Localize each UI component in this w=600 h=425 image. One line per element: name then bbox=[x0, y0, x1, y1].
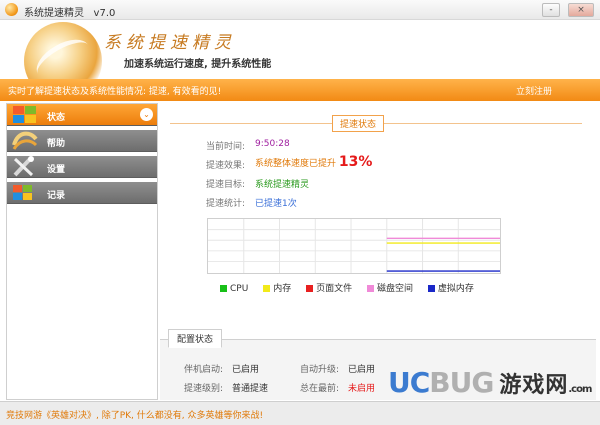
window-title-text: 系统提速精灵 bbox=[24, 8, 84, 19]
notice-text: 实时了解提速状态及系统性能情况: 提速, 有效看的见! bbox=[8, 87, 222, 97]
brand-slogan: 加速系统运行速度, 提升系统性能 bbox=[124, 59, 272, 70]
legend-swatch bbox=[220, 285, 227, 292]
footer-bar: 竞技网游《英雄对决》, 除了PK, 什么都没有, 众多英雄等你来战! bbox=[0, 401, 600, 425]
sidebar-item-settings[interactable]: 设置 bbox=[7, 156, 157, 178]
status-panel: 提速状态 当前时间: 9:50:28 提速效果: 系统整体速度已提升 13% 提… bbox=[160, 103, 596, 400]
legend-swatch bbox=[306, 285, 314, 292]
speed-level-label: 提速级别: bbox=[184, 384, 224, 394]
sidebar-item-label: 状态 bbox=[47, 113, 66, 123]
legend-swatch bbox=[263, 285, 271, 292]
tab-config-status[interactable]: 配置状态 bbox=[168, 329, 223, 348]
effect-value: 系统整体速度已提升 13% bbox=[255, 154, 372, 170]
graph-legend: CPU 内存 页面文件 磁盘空间 虚拟内存 bbox=[220, 281, 486, 294]
sidebar-item-record[interactable]: 记录 bbox=[7, 182, 157, 204]
watermark-uc: UC bbox=[388, 366, 430, 399]
sidebar: 状态 ⌄ 帮助 设置 记录 bbox=[6, 103, 158, 400]
legend-swatch bbox=[366, 285, 374, 292]
sidebar-item-label: 设置 bbox=[47, 165, 66, 175]
status-icon bbox=[13, 106, 36, 123]
watermark-cn: 游戏网 bbox=[499, 373, 569, 398]
sidebar-item-label: 记录 bbox=[47, 191, 66, 201]
always-on-top-label: 总在最前: bbox=[300, 384, 340, 394]
notice-bar: 实时了解提速状态及系统性能情况: 提速, 有效看的见! 立刻注册 bbox=[0, 79, 600, 101]
title-bar: 系统提速精灵 v7.0 - × bbox=[0, 0, 600, 20]
legend-virtual-memory: 虚拟内存 bbox=[427, 281, 474, 294]
autostart-label: 伴机启动: bbox=[184, 365, 224, 375]
legend-label: CPU bbox=[230, 284, 249, 294]
autoupdate-value: 已启用 bbox=[348, 365, 376, 375]
legend-pagefile: 页面文件 bbox=[306, 281, 352, 294]
target-value: 系统提速精灵 bbox=[255, 180, 310, 190]
sidebar-item-label: 帮助 bbox=[47, 139, 66, 149]
legend-disk: 磁盘空间 bbox=[366, 281, 413, 294]
target-label: 提速目标: bbox=[206, 180, 246, 190]
chevron-down-icon: ⌄ bbox=[140, 108, 153, 121]
brand-title: 系统提速精灵 bbox=[104, 33, 236, 53]
effect-label: 提速效果: bbox=[206, 161, 246, 171]
record-icon bbox=[13, 185, 32, 200]
watermark-domain: .com bbox=[568, 384, 592, 395]
effect-percent: 13% bbox=[338, 154, 373, 170]
legend-label: 磁盘空间 bbox=[376, 284, 413, 294]
help-icon bbox=[12, 131, 38, 150]
legend-swatch bbox=[427, 285, 435, 292]
status-caption: 提速状态 bbox=[332, 115, 385, 132]
footer-ad-link[interactable]: 竞技网游《英雄对决》, 除了PK, 什么都没有, 众多英雄等你来战! bbox=[6, 408, 263, 421]
legend-memory: 内存 bbox=[263, 281, 291, 294]
legend-label: 内存 bbox=[273, 284, 292, 294]
time-value: 9:50:28 bbox=[255, 139, 290, 149]
autoupdate-label: 自动升级: bbox=[300, 365, 340, 375]
ucbug-watermark: UCBUG 游戏网.com bbox=[388, 363, 592, 403]
window-title: 系统提速精灵 v7.0 bbox=[24, 4, 115, 19]
legend-label: 虚拟内存 bbox=[437, 284, 474, 294]
header-banner: 系统提速精灵 加速系统运行速度, 提升系统性能 bbox=[0, 20, 600, 79]
logo-icon bbox=[24, 22, 102, 79]
settings-icon bbox=[13, 156, 34, 177]
sidebar-item-status[interactable]: 状态 ⌄ bbox=[7, 104, 157, 126]
always-on-top-value: 未启用 bbox=[348, 384, 376, 394]
sidebar-item-help[interactable]: 帮助 bbox=[7, 130, 157, 152]
stats-label: 提速统计: bbox=[206, 199, 246, 209]
watermark-bug: BUG bbox=[429, 366, 494, 399]
close-button[interactable]: × bbox=[568, 3, 594, 17]
stats-value: 已提速1次 bbox=[255, 199, 297, 209]
legend-cpu: CPU bbox=[220, 284, 248, 294]
speed-level-value: 普通提速 bbox=[232, 384, 269, 394]
effect-text: 系统整体速度已提升 bbox=[255, 159, 337, 169]
window-version: v7.0 bbox=[93, 8, 116, 19]
autostart-value: 已启用 bbox=[232, 365, 260, 375]
register-link[interactable]: 立刻注册 bbox=[516, 84, 552, 97]
time-label: 当前时间: bbox=[206, 142, 246, 152]
minimize-button[interactable]: - bbox=[542, 3, 560, 17]
performance-graph bbox=[207, 218, 501, 274]
legend-label: 页面文件 bbox=[316, 284, 353, 294]
app-icon bbox=[5, 3, 18, 16]
